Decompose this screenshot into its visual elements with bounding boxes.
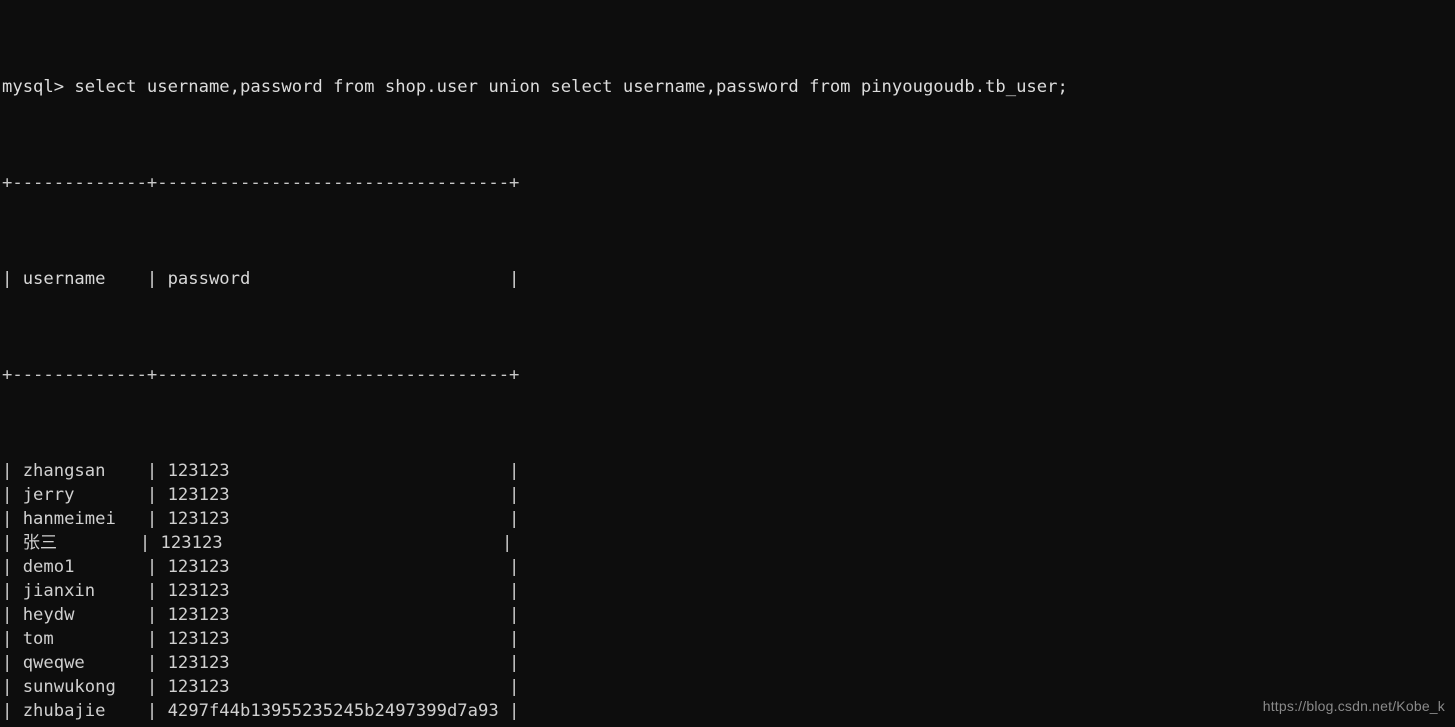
- terminal-window[interactable]: mysql> select username,password from sho…: [0, 0, 1455, 727]
- table-row: | hanmeimei | 123123 |: [2, 509, 520, 529]
- table-row: | 张三 | 123123 |: [2, 533, 513, 553]
- mysql-prompt-command: mysql> select username,password from sho…: [2, 77, 1068, 97]
- table-row: | jerry | 123123 |: [2, 485, 520, 505]
- blog-watermark: https://blog.csdn.net/Kobe_k: [1262, 698, 1445, 714]
- table-row: | zhangsan | 123123 |: [2, 461, 520, 481]
- table-header-border: +-------------+-------------------------…: [2, 365, 520, 385]
- table-row: | heydw | 123123 |: [2, 605, 520, 625]
- table-body: | zhangsan | 123123 | | jerry | 123123 | |…: [2, 459, 1068, 727]
- table-row: | demo1 | 123123 |: [2, 557, 520, 577]
- table-row: | tom | 123123 |: [2, 629, 520, 649]
- table-row: | zhubajie | 4297f44b13955235245b2497399…: [2, 701, 520, 721]
- table-top-border: +-------------+-------------------------…: [2, 173, 520, 193]
- table-row: | jianxin | 123123 |: [2, 581, 520, 601]
- table-header-row: | username | password |: [2, 269, 520, 289]
- table-row: | shaheshang | 96e79218965eb72c92a549dd5…: [2, 723, 1068, 727]
- terminal-screen[interactable]: mysql> select username,password from sho…: [2, 3, 1068, 727]
- table-row: | qweqwe | 123123 |: [2, 653, 520, 673]
- table-row: | sunwukong | 123123 |: [2, 677, 520, 697]
